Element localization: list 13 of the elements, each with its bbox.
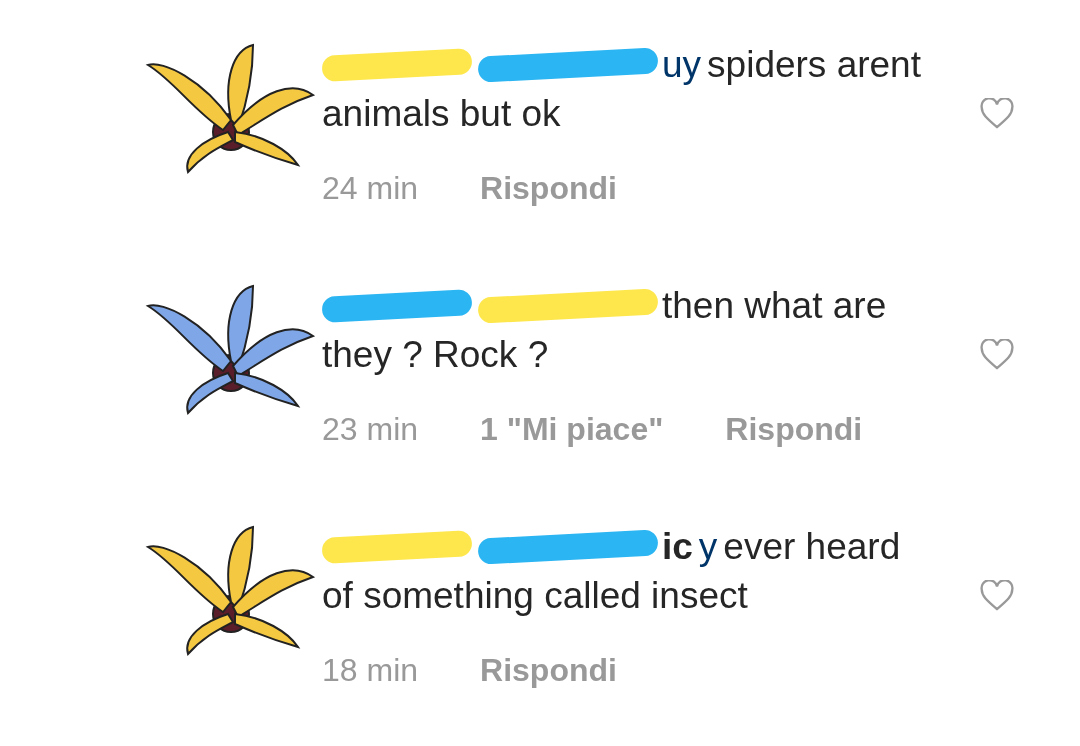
comment-time: 18 min (322, 652, 419, 689)
comment-time: 23 min (322, 411, 419, 448)
reply-link[interactable]: Rispondi (480, 652, 617, 689)
heart-icon[interactable] (979, 580, 1015, 612)
reply-link[interactable]: Rispondi (480, 170, 617, 207)
heart-icon[interactable] (979, 98, 1015, 130)
comment-text: ic y ever heard of something called insect (322, 525, 902, 618)
heart-icon[interactable] (979, 339, 1015, 371)
comment-text: then what are they ? Rock ? (322, 284, 888, 377)
comment-text: uy spiders arent animals but ok (322, 43, 922, 136)
comment-time: 24 min (322, 170, 419, 207)
likes-link[interactable]: 1 "Mi piace" (480, 411, 664, 448)
reply-link[interactable]: Rispondi (725, 411, 863, 448)
